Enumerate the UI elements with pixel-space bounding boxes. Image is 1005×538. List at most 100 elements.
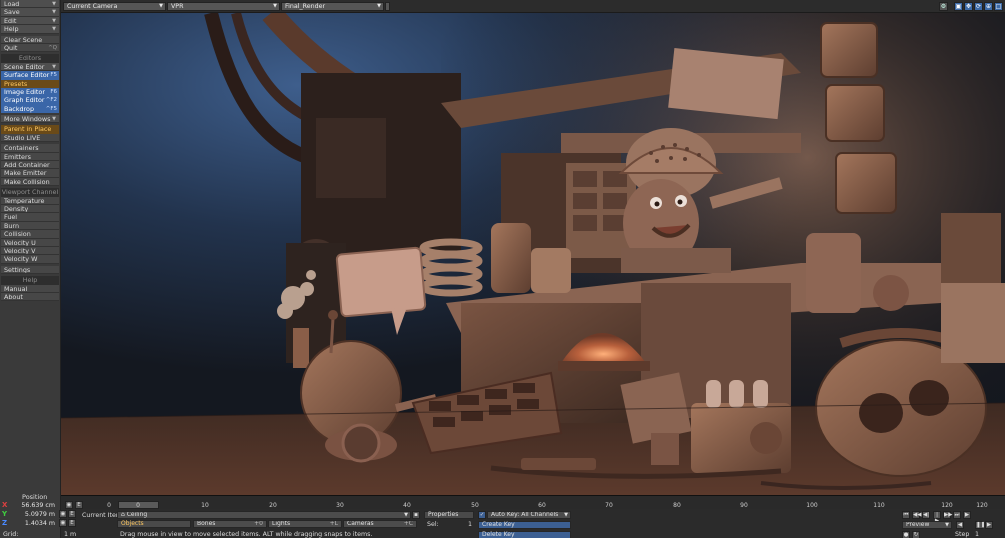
zoom-view-icon[interactable]: ⊕ xyxy=(984,2,993,11)
chevron-down-icon: ▼ xyxy=(52,116,56,123)
play-backward-icon[interactable]: ◀ xyxy=(956,521,964,529)
image-editor-button[interactable]: Image Editor F6 xyxy=(1,87,59,97)
render-preset-select[interactable]: Final_Render ▼ xyxy=(281,2,384,11)
menu-edit[interactable]: Edit ▼ xyxy=(1,16,59,26)
cameras-tab[interactable]: Cameras +C xyxy=(343,520,417,528)
position-x-field[interactable]: 56.639 cm xyxy=(10,502,55,509)
button-label: About xyxy=(4,292,23,301)
presets-button[interactable]: Presets xyxy=(1,79,59,88)
manual-button[interactable]: Manual xyxy=(1,284,59,293)
chevron-down-icon: ▼ xyxy=(52,26,56,33)
menu-label: Save xyxy=(4,8,20,17)
button-label: Clear Scene xyxy=(4,35,43,44)
gear-icon[interactable]: ⚙ xyxy=(939,2,948,11)
record-icon[interactable]: ● xyxy=(902,531,910,538)
current-item-select[interactable]: ⌂ Ceiling ▼ xyxy=(117,511,411,519)
channel-collision[interactable]: Collision xyxy=(1,230,59,239)
play-icon[interactable]: ▶ xyxy=(963,511,971,519)
go-to-start-icon[interactable]: ⏮ xyxy=(902,511,910,519)
item-picker-button[interactable]: ▪ xyxy=(412,511,420,519)
step-back-icon[interactable]: ◀| xyxy=(922,511,930,519)
select-value: VPR xyxy=(171,3,184,10)
channel-velocity-v[interactable]: Velocity V xyxy=(1,246,59,256)
backdrop-button[interactable]: Backdrop ^F5 xyxy=(1,104,59,114)
more-windows-menu[interactable]: More Windows ▼ xyxy=(1,115,59,124)
chevron-down-icon: ▼ xyxy=(273,3,277,9)
next-key-icon[interactable]: ▶▶ xyxy=(943,511,952,519)
play-forward-icon[interactable]: ▶ xyxy=(985,521,993,529)
pause-icon[interactable]: ❚❚ xyxy=(975,521,985,529)
channel-velocity-u[interactable]: Velocity U xyxy=(1,238,59,247)
menu-label: Help xyxy=(4,25,19,34)
menu-load[interactable]: Load ▼ xyxy=(1,0,59,9)
viewport-channel-header: Viewport Channel xyxy=(1,188,59,197)
delete-key-button[interactable]: Delete Key xyxy=(478,531,571,538)
tab-label: Lights xyxy=(272,520,291,527)
camera-select[interactable]: Current Camera ▼ xyxy=(63,2,166,11)
preset-options-button[interactable] xyxy=(385,2,390,11)
emitters-button[interactable]: Emitters xyxy=(1,152,59,162)
clear-scene-button[interactable]: Clear Scene xyxy=(1,35,59,44)
about-button[interactable]: About xyxy=(1,292,59,302)
render-mode-select[interactable]: VPR ▼ xyxy=(167,2,280,11)
scene-editor-button[interactable]: Scene Editor ▼ xyxy=(1,62,59,72)
parent-in-place-toggle[interactable]: Parent in Place xyxy=(1,125,59,134)
maximize-view-icon[interactable]: □ xyxy=(994,2,1003,11)
graph-editor-button[interactable]: Graph Editor ^F2 xyxy=(1,96,59,105)
rotate-view-icon[interactable]: ⟳ xyxy=(974,2,983,11)
button-label: Image Editor xyxy=(4,87,45,96)
add-container-button[interactable]: Add Container xyxy=(1,161,59,170)
channel-eye-icon[interactable]: ◉ xyxy=(59,519,67,527)
channel-e-button[interactable]: E xyxy=(68,519,76,527)
menu-help[interactable]: Help ▼ xyxy=(1,25,59,34)
button-label: Graph Editor xyxy=(4,96,45,105)
channel-burn[interactable]: Burn xyxy=(1,221,59,231)
help-header: Help xyxy=(1,276,59,285)
menu-save[interactable]: Save ▼ xyxy=(1,8,59,17)
make-emitter-button[interactable]: Make Emitter xyxy=(1,169,59,178)
go-to-end-icon[interactable]: ⏭ xyxy=(953,511,961,519)
step-value[interactable]: 1 xyxy=(975,531,979,538)
step-forward-icon[interactable]: |▶ xyxy=(933,511,941,524)
move-view-icon[interactable]: ✥ xyxy=(964,2,973,11)
channel-velocity-w[interactable]: Velocity W xyxy=(1,255,59,264)
chevron-down-icon: ▼ xyxy=(945,522,949,528)
position-y-field[interactable]: 5.0979 m xyxy=(10,511,55,518)
shortcut-hint: ^F5 xyxy=(45,105,57,112)
previous-key-icon[interactable]: ◀◀ xyxy=(912,511,921,519)
cameras-count: +C xyxy=(403,520,413,527)
button-label: Fuel xyxy=(4,213,18,222)
button-label: Delete Key xyxy=(482,531,515,538)
loop-icon[interactable]: ↻ xyxy=(912,531,920,538)
button-label: Collision xyxy=(4,230,31,239)
quit-button[interactable]: Quit ^Q xyxy=(1,43,59,53)
channel-fuel[interactable]: Fuel xyxy=(1,213,59,222)
settings-button[interactable]: Settings xyxy=(1,265,59,275)
lights-tab[interactable]: Lights +L xyxy=(268,520,342,528)
checkmark-icon[interactable]: ✓ xyxy=(478,511,486,519)
containers-button[interactable]: Containers xyxy=(1,144,59,153)
bones-tab[interactable]: Bones +0 xyxy=(193,520,267,528)
menu-label: Load xyxy=(4,0,20,8)
button-label: Add Container xyxy=(4,161,50,170)
studio-live-button[interactable]: Studio LIVE xyxy=(1,133,59,143)
chevron-down-icon: ▼ xyxy=(159,3,163,9)
select-value: Ceiling xyxy=(126,511,148,518)
preview-select[interactable]: Preview ▼ xyxy=(902,521,952,529)
channel-density[interactable]: Density xyxy=(1,204,59,214)
channel-e-button[interactable]: E xyxy=(68,510,76,518)
position-z-field[interactable]: 1.4034 m xyxy=(10,520,55,527)
make-collision-button[interactable]: Make Collision xyxy=(1,177,59,187)
objects-tab[interactable]: Objects xyxy=(117,520,191,528)
sel-label: Sel: xyxy=(427,521,439,528)
create-key-button[interactable]: Create Key xyxy=(478,521,571,529)
render-viewport[interactable] xyxy=(61,13,1005,495)
channel-temperature[interactable]: Temperature xyxy=(1,196,59,205)
surface-editor-button[interactable]: Surface Editor F5 xyxy=(1,71,59,80)
button-label: Settings xyxy=(4,265,31,274)
auto-key-select[interactable]: Auto Key: All Channels ▼ xyxy=(487,511,571,519)
viewport-layout-icon[interactable]: ▣ xyxy=(954,2,963,11)
properties-button[interactable]: Properties xyxy=(424,511,474,519)
button-label: Presets xyxy=(4,79,28,88)
channel-eye-icon[interactable]: ◉ xyxy=(59,510,67,518)
